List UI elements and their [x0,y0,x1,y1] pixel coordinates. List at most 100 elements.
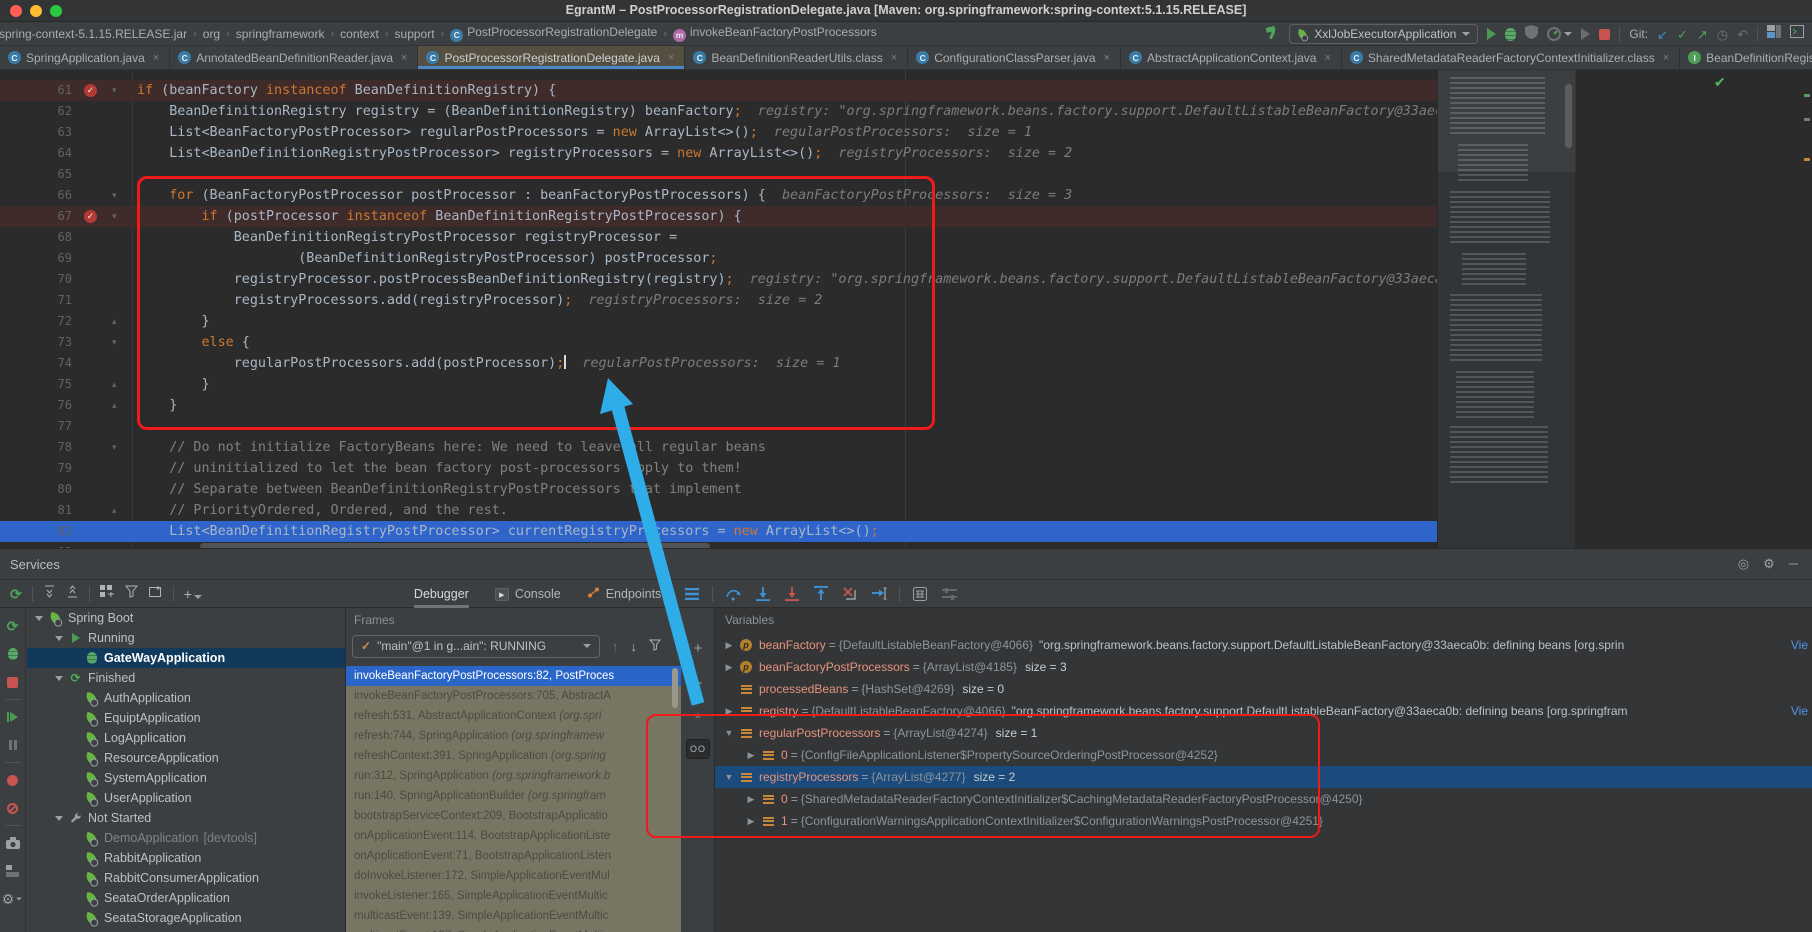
chevron-right-icon[interactable]: ▶ [745,750,757,761]
code-line-62[interactable]: 62 BeanDefinitionRegistry registry = (Be… [0,101,1437,122]
chevron-down-icon[interactable] [55,676,63,681]
rerun-icon[interactable]: ⟳ [10,587,22,601]
stack-frame-row[interactable]: invokeListener:165, SimpleApplicationEve… [346,886,681,906]
gear-icon[interactable]: ⚙ [1763,556,1775,572]
code-line-72[interactable]: 72▴ } [0,311,1437,332]
fold-marker-icon[interactable]: ▴ [112,311,117,332]
chevron-down-icon[interactable] [35,616,43,621]
variable-row-registry[interactable]: ▶registry={DefaultListableBeanFactory@40… [715,700,1812,722]
code-line-63[interactable]: 63 List<BeanFactoryPostProcessor> regula… [0,122,1437,143]
code-text[interactable]: registryProcessors.add(registryProcessor… [137,290,822,311]
rollback-icon[interactable]: ↶ [1737,28,1748,41]
service-item-logapplication[interactable]: LogApplication [27,728,345,748]
git-push-icon[interactable]: ↗ [1697,28,1708,41]
variable-row-beanFactory[interactable]: ▶pbeanFactory={DefaultListableBeanFactor… [715,634,1812,656]
code-line-77[interactable]: 77 [0,416,1437,437]
chevron-down-icon[interactable]: ▼ [723,772,735,782]
code-line-76[interactable]: 76▴ } [0,395,1437,416]
fold-marker-icon[interactable]: ▴ [112,374,117,395]
code-text[interactable]: List<BeanDefinitionRegistryPostProcessor… [137,143,1072,164]
code-line-61[interactable]: 61✓▾if (beanFactory instanceof BeanDefin… [0,80,1437,101]
breadcrumb-item[interactable]: support [393,27,437,41]
settings-gear-icon[interactable]: ⚙ [0,885,25,913]
layout-windows-icon[interactable] [1767,25,1781,43]
chevron-right-icon[interactable]: ▶ [723,662,735,673]
variable-row-processedBeans[interactable]: processedBeans={HashSet@4269}size = 0 [715,678,1812,700]
drop-frame-icon[interactable] [841,585,858,602]
resume-program-icon[interactable] [0,703,25,731]
breadcrumb-item[interactable]: spring-context-5.1.15.RELEASE.jar [0,27,189,41]
stack-frame-row[interactable]: multicastEvent:139, SimpleApplicationEve… [346,906,681,926]
frames-scrollbar[interactable] [672,668,678,708]
run-button[interactable] [1487,28,1496,40]
close-icon[interactable]: × [668,52,674,64]
force-step-into-icon[interactable] [783,585,800,602]
breadcrumb-item[interactable]: minvokeBeanFactoryPostProcessors [671,25,879,42]
code-text[interactable]: else { [137,332,250,353]
service-item-spring-boot[interactable]: Spring Boot [27,608,345,628]
code-text[interactable]: // Separate between BeanDefinitionRegist… [137,479,742,500]
close-icon[interactable]: × [891,52,897,64]
stack-frame-row[interactable]: invokeBeanFactoryPostProcessors:705, Abs… [346,686,681,706]
variable-row-regularPostProcessors[interactable]: ▼regularPostProcessors={ArrayList@4274}s… [715,722,1812,744]
code-line-78[interactable]: 78▾ // Do not initialize FactoryBeans he… [0,437,1437,458]
variable-row-0[interactable]: ▶0={SharedMetadataReaderFactoryContextIn… [715,788,1812,810]
close-icon[interactable]: × [1104,52,1110,64]
stack-frame-row[interactable]: multicastEvent:127, SimpleApplicationEve… [346,926,681,932]
minimap-scrollbar[interactable] [1565,84,1572,148]
code-line-74[interactable]: 74 regularPostProcessors.add(postProcess… [0,353,1437,374]
fold-marker-icon[interactable]: ▾ [112,332,117,353]
service-item-resourceapplication[interactable]: ResourceApplication [27,748,345,768]
chevron-right-icon[interactable]: ▶ [723,640,735,651]
tab-annotatedbeandefinitionreader-java[interactable]: CAnnotatedBeanDefinitionReader.java× [170,46,418,69]
fold-marker-icon[interactable]: ▾ [112,437,117,458]
rerun-program-icon[interactable]: ⟳ [0,612,25,640]
code-text[interactable]: BeanDefinitionRegistry registry = (BeanD… [137,101,1437,122]
run-to-cursor-icon[interactable] [870,585,887,602]
coverage-button[interactable] [1525,25,1538,44]
code-text[interactable]: for (BeanFactoryPostProcessor postProces… [137,185,1072,206]
step-out-icon[interactable] [812,585,829,602]
stack-frame-row[interactable]: run:140, SpringApplicationBuilder (org.s… [346,786,681,806]
code-text[interactable]: if (beanFactory instanceof BeanDefinitio… [137,80,556,101]
chevron-right-icon[interactable]: ▶ [745,816,757,827]
frames-filter-icon[interactable] [649,639,662,654]
inspections-ok-check-icon[interactable]: ✔ [1714,74,1726,91]
chevron-right-icon[interactable]: ▶ [723,706,735,717]
code-text[interactable]: // Do not initialize FactoryBeans here: … [137,437,766,458]
step-over-icon[interactable] [725,585,742,602]
tab-debugger[interactable]: Debugger [414,580,469,608]
view-options-icon[interactable]: ◎ [1738,556,1749,572]
tab-console[interactable]: ▶Console [495,580,561,608]
fold-marker-icon[interactable]: ▴ [112,395,117,416]
code-text[interactable]: if (postProcessor instanceof BeanDefinit… [137,206,742,227]
code-line-81[interactable]: 81▴ // PriorityOrdered, Ordered, and the… [0,500,1437,521]
add-watch-button[interactable]: + [694,640,703,657]
show-watches-toggle[interactable]: OO [686,739,710,759]
build-hammer-icon[interactable] [1265,25,1280,44]
service-item-gatewayapplication[interactable]: GateWayApplication [27,648,345,668]
service-item-finished[interactable]: ⟳Finished [27,668,345,688]
thread-selector[interactable]: ✓ "main"@1 in g...ain": RUNNING [352,635,600,658]
stop-icon[interactable] [0,668,25,696]
code-line-73[interactable]: 73▾ else { [0,332,1437,353]
chevron-right-icon[interactable]: ▶ [745,794,757,805]
tab-postprocessorregistrationdelegate-java[interactable]: CPostProcessorRegistrationDelegate.java× [418,46,685,69]
service-item-seataorderapplication[interactable]: SeataOrderApplication [27,888,345,908]
history-clock-icon[interactable]: ◷ [1717,28,1728,41]
code-line-66[interactable]: 66▾ for (BeanFactoryPostProcessor postPr… [0,185,1437,206]
code-text[interactable]: // uninitialized to let the bean factory… [137,458,742,479]
code-line-69[interactable]: 69 (BeanDefinitionRegistryPostProcessor)… [0,248,1437,269]
stack-frame-row[interactable]: doInvokeListener:172, SimpleApplicationE… [346,866,681,886]
close-icon[interactable]: × [1324,52,1330,64]
service-item-rabbitapplication[interactable]: RabbitApplication [27,848,345,868]
stack-frame-row[interactable]: refresh:531, AbstractApplicationContext … [346,706,681,726]
variable-row-0[interactable]: ▶0={ConfigFileApplicationListener$Proper… [715,744,1812,766]
remove-watch-button[interactable]: − [694,675,703,692]
code-minimap[interactable] [1437,70,1575,548]
stack-frame-row[interactable]: onApplicationEvent:114, BootstrapApplica… [346,826,681,846]
tab-configurationclassparser-java[interactable]: CConfigurationClassParser.java× [908,46,1121,69]
fold-marker-icon[interactable]: ▾ [112,80,117,101]
code-line-75[interactable]: 75▴ } [0,374,1437,395]
code-text[interactable]: } [137,311,210,332]
